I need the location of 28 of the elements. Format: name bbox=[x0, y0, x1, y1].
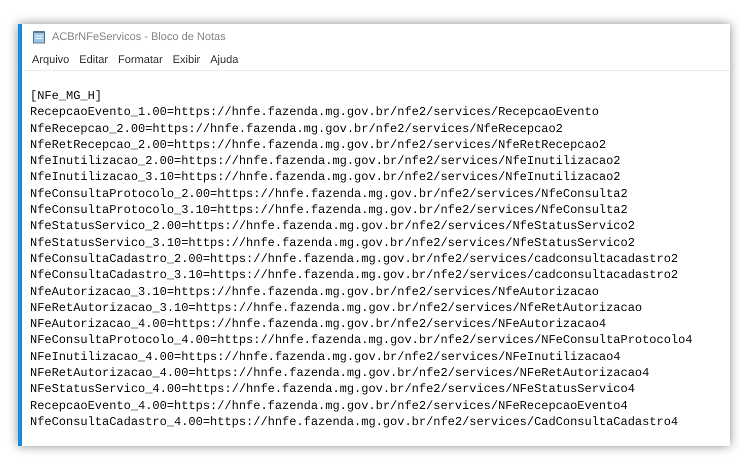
text-line: RecepcaoEvento_4.00=https://hnfe.fazenda.mg.gov.br/nfe2/services/NFeRecepcaoEvento4 bbox=[30, 398, 628, 414]
text-line: NFeRetAutorizacao_4.00=https://hnfe.fazenda.mg.gov.br/nfe2/services/NFeRetAutorizacao4 bbox=[30, 365, 650, 382]
text-line: NfeInutilizacao_3.10=https://hnfe.fazenda.mg.gov.br/nfe2/services/NfeInutilizacao2 bbox=[30, 169, 620, 186]
text-line: NFeStatusServico_4.00=https://hnfe.fazenda.mg.gov.br/nfe2/services/NFeStatusServico4 bbox=[30, 381, 635, 398]
text-line: NfeRetRecepcao_2.00=https://hnfe.fazenda.mg.gov.br/nfe2/services/NfeRetRecepcao2 bbox=[30, 136, 606, 154]
menu-item[interactable]: Arquivo bbox=[32, 54, 70, 66]
text-line: NfeRecepcao_2.00=https://hnfe.fazenda.mg.gov.br/nfe2/services/NfeRecepcao2 bbox=[30, 120, 563, 137]
text-line: NfeConsultaCadastro_4.00=https://hnfe.fazenda.mg.gov.br/nfe2/services/CadConsultaCadastro4 bbox=[30, 414, 678, 430]
text-line: [NFe_MG_H] bbox=[30, 88, 102, 104]
text-line: NfeAutorizacao_3.10=https://hnfe.fazenda.mg.gov.br/nfe2/services/NfeAutorizacao bbox=[30, 284, 599, 300]
text-line: NFeConsultaProtocolo_4.00=https://hnfe.fazenda.mg.gov.br/nfe2/services/NFeConsultaProtocolo4 bbox=[30, 332, 693, 349]
text-line: NfeInutilizacao_2.00=https://hnfe.fazenda.mg.gov.br/nfe2/services/NfeInutilizacao2 bbox=[30, 153, 620, 170]
menu-item[interactable]: Exibir bbox=[172, 54, 200, 66]
text-line: NfeConsultaProtocolo_2.00=https://hnfe.fazenda.mg.gov.br/nfe2/services/NfeConsulta2 bbox=[30, 186, 628, 202]
text-line: NFeInutilizacao_4.00=https://hnfe.fazenda.mg.gov.br/nfe2/services/NFeInutilizacao4 bbox=[30, 348, 620, 366]
text-line: NFeRetAutorizacao_3.10=https://hnfe.fazenda.mg.gov.br/nfe2/services/NfeRetAutorizacao bbox=[30, 300, 642, 316]
text-line: RecepcaoEvento_1.00=https://hnfe.fazenda.mg.gov.br/nfe2/services/RecepcaoEvento bbox=[30, 104, 599, 121]
text-line: NfeStatusServico_3.10=https://hnfe.fazenda.mg.gov.br/nfe2/services/NfeStatusServico2 bbox=[30, 234, 635, 251]
text-line: NfeConsultaProtocolo_3.10=https://hnfe.fazenda.mg.gov.br/nfe2/services/NfeConsulta2 bbox=[30, 202, 628, 218]
menu-item[interactable]: Formatar bbox=[118, 54, 163, 66]
window-title: ACBrNFeServicos - Bloco de Notas bbox=[52, 31, 226, 43]
menu-item[interactable]: Editar bbox=[79, 54, 108, 66]
text-line: NfeConsultaCadastro_3.10=https://hnfe.fazenda.mg.gov.br/nfe2/services/cadconsultacadastro2 bbox=[30, 267, 678, 284]
text-line: NfeConsultaCadastro_2.00=https://hnfe.fazenda.mg.gov.br/nfe2/services/cadconsultacadastro2 bbox=[30, 250, 678, 268]
text-line: NfeStatusServico_2.00=https://hnfe.fazenda.mg.gov.br/nfe2/services/NfeStatusServico2 bbox=[30, 218, 635, 235]
notepad-icon bbox=[32, 30, 46, 44]
text-line: NFeAutorizacao_4.00=https://hnfe.fazenda.mg.gov.br/nfe2/services/NFeAutorizacao4 bbox=[30, 316, 606, 332]
menu-item[interactable]: Ajuda bbox=[210, 54, 238, 66]
